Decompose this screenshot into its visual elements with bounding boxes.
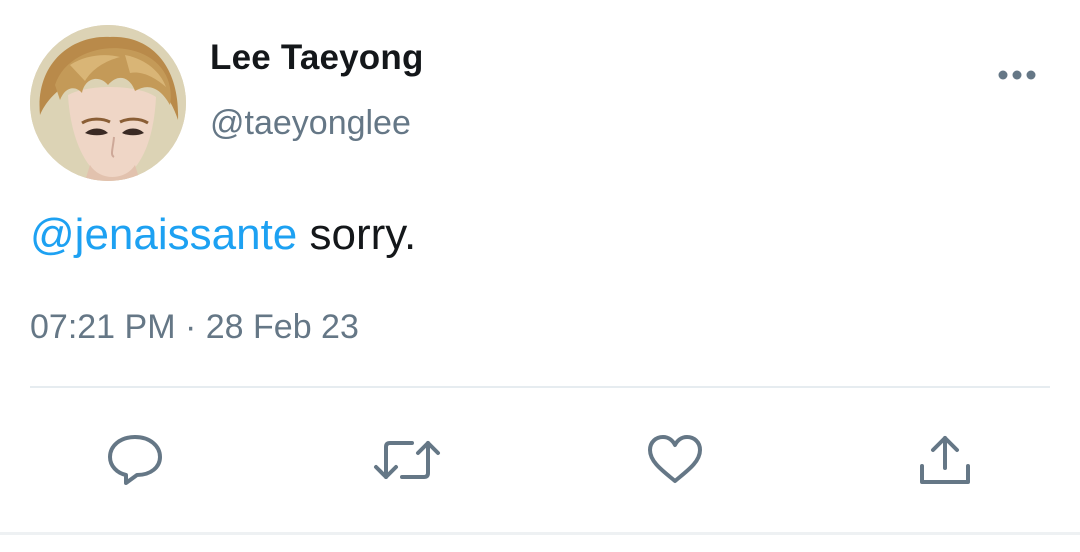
reply-button[interactable]	[105, 430, 165, 490]
timestamp-separator: ·	[175, 308, 206, 346]
timestamp[interactable]: 07:21 PM · 28 Feb 23	[30, 308, 359, 347]
like-icon	[648, 435, 702, 483]
like-button[interactable]	[645, 430, 705, 490]
retweet-icon	[374, 441, 440, 479]
avatar[interactable]	[30, 25, 186, 181]
user-handle[interactable]: @taeyonglee	[210, 104, 411, 143]
display-name[interactable]: Lee Taeyong	[210, 38, 424, 78]
tweet-card: Lee Taeyong @taeyonglee @jenaissante sor…	[0, 0, 1080, 552]
share-button[interactable]	[915, 430, 975, 490]
more-horizontal-icon[interactable]	[995, 60, 1039, 90]
tweet-text: @jenaissante sorry.	[30, 210, 416, 260]
bottom-divider	[0, 532, 1080, 535]
mention-link[interactable]: @jenaissante	[30, 210, 297, 259]
tweet-date: 28 Feb 23	[205, 308, 359, 346]
reply-icon	[108, 435, 162, 485]
divider	[30, 386, 1050, 388]
retweet-button[interactable]	[372, 430, 442, 490]
share-icon	[920, 436, 970, 484]
avatar-image	[30, 25, 186, 181]
tweet-content: sorry.	[297, 210, 417, 259]
tweet-time: 07:21 PM	[30, 308, 176, 346]
